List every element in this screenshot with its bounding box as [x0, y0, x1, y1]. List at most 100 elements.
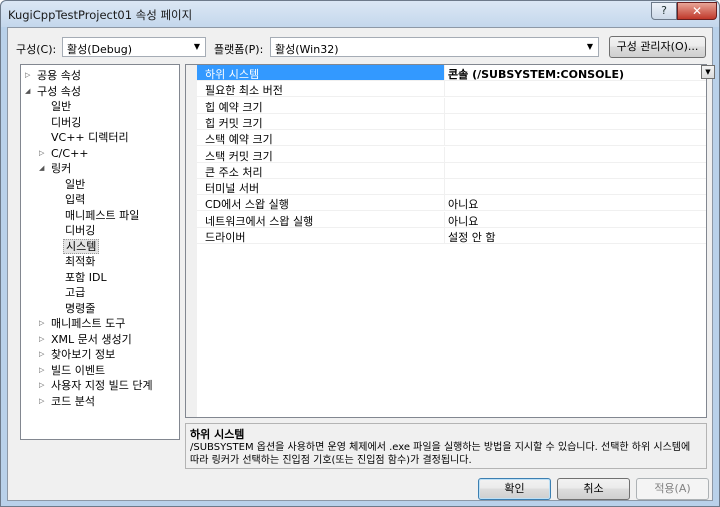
title-bar[interactable]: KugiCppTestProject01 속성 페이지 ? ✕ — [1, 1, 719, 27]
tree-item[interactable]: 일반 — [39, 99, 73, 114]
platform-value: 활성(Win32) — [275, 43, 339, 56]
tree-item-label: 디버깅 — [65, 224, 96, 237]
tree-item[interactable]: ◢ 링커 — [39, 161, 73, 176]
column-divider — [444, 195, 445, 212]
property-grid[interactable]: 하위 시스템 콘솔 (/SUBSYSTEM:CONSOLE) ▼ 필요한 최소 버전 힙… — [185, 64, 715, 418]
close-icon[interactable]: ✕ — [677, 2, 717, 20]
tree-item[interactable]: 포함 IDL — [53, 270, 109, 285]
expand-icon[interactable]: ▷ — [39, 316, 49, 331]
tree-item[interactable]: ◢ 구성 속성 — [25, 84, 83, 99]
platform-select[interactable]: 활성(Win32) ▼ — [270, 37, 599, 57]
property-name: 스택 예약 크기 — [205, 133, 273, 147]
expand-icon[interactable]: ▷ — [39, 146, 49, 161]
chevron-down-icon: ▼ — [586, 42, 594, 51]
tree-item[interactable]: 명령줄 — [53, 301, 97, 316]
tree-item[interactable]: ▷ C/C++ — [39, 146, 91, 161]
tree-item-label: 시스템 — [63, 238, 100, 254]
property-name: 힙 예약 크기 — [205, 100, 263, 114]
tree-item[interactable]: VC++ 디렉터리 — [39, 130, 131, 145]
expand-icon[interactable]: ▷ — [25, 68, 35, 83]
apply-button[interactable]: 적용(A) — [636, 478, 709, 500]
tree-item[interactable]: 고급 — [53, 285, 87, 300]
tree-item[interactable]: 시스템 — [53, 238, 100, 254]
column-divider — [444, 130, 445, 147]
column-divider — [444, 211, 445, 228]
property-name: 터미널 서버 — [205, 182, 260, 196]
config-manager-button[interactable]: 구성 관리자(O)... — [609, 36, 706, 58]
tree-item-label: 매니페스트 파일 — [65, 208, 140, 222]
column-divider — [444, 65, 445, 81]
property-row[interactable]: 네트워크에서 스왑 실행 아니요 — [197, 211, 706, 229]
property-row[interactable]: 스택 예약 크기 — [197, 130, 706, 147]
expand-icon[interactable]: ▷ — [39, 394, 49, 409]
tree-item[interactable]: 디버깅 — [39, 115, 83, 130]
expand-icon[interactable]: ▷ — [39, 347, 49, 362]
description-panel: 하위 시스템 /SUBSYSTEM 옵션을 사용하면 운영 체제에서 .exe … — [185, 423, 707, 469]
config-value: 활성(Debug) — [67, 43, 132, 56]
property-name: 스택 커밋 크기 — [205, 149, 273, 163]
tree-item-label: 입력 — [65, 193, 86, 206]
tree-item-label: 디버깅 — [51, 115, 82, 129]
ok-button[interactable]: 확인 — [478, 478, 551, 500]
property-name: 필요한 최소 버전 — [205, 84, 283, 98]
property-row[interactable]: 하위 시스템 콘솔 (/SUBSYSTEM:CONSOLE) ▼ — [197, 65, 715, 82]
collapse-icon[interactable]: ◢ — [39, 161, 49, 176]
tree-item-label: 일반 — [65, 177, 86, 191]
property-row[interactable]: CD에서 스왑 실행 아니요 — [197, 195, 706, 212]
tree-item[interactable]: 최적화 — [53, 254, 97, 269]
expand-icon[interactable]: ▷ — [39, 378, 49, 393]
tree-item-label: 구성 속성 — [37, 84, 81, 98]
property-row[interactable]: 힙 커밋 크기 — [197, 113, 706, 130]
tree-item[interactable]: ▷ 빌드 이벤트 — [39, 363, 107, 378]
cancel-button[interactable]: 취소 — [557, 478, 630, 500]
property-value[interactable]: 아니요 — [448, 196, 478, 212]
tree-item-label: 포함 IDL — [65, 270, 107, 284]
description-title: 하위 시스템 — [190, 428, 245, 441]
column-divider — [444, 179, 445, 196]
property-row[interactable]: 드라이버 설정 안 함 — [197, 228, 706, 244]
tree-item[interactable]: 일반 — [53, 177, 87, 192]
tree-item-label: 찾아보기 정보 — [51, 348, 116, 361]
property-value[interactable]: 아니요 — [448, 213, 478, 229]
help-icon[interactable]: ? — [651, 2, 677, 20]
property-row[interactable]: 힙 예약 크기 — [197, 97, 706, 114]
tree-item-label: 최적화 — [65, 255, 96, 268]
column-divider — [444, 228, 445, 244]
property-tree[interactable]: ▷ 공용 속성 ◢ 구성 속성 일반 디버깅 VC++ 디렉터리 ▷ C/C++ ◢ 링커 일반 입력 매… — [20, 64, 180, 440]
property-row[interactable]: 큰 주소 처리 — [197, 162, 706, 179]
property-value[interactable]: 콘솔 (/SUBSYSTEM:CONSOLE) — [448, 66, 624, 82]
dialog-body: 구성(C): 활성(Debug) ▼ 플랫폼(P): 활성(Win32) ▼ 구… — [7, 27, 715, 501]
property-row[interactable]: 터미널 서버 — [197, 179, 706, 196]
tree-item[interactable]: ▷ 매니페스트 도구 — [39, 316, 127, 331]
tree-item[interactable]: ▷ XML 문서 생성기 — [39, 332, 134, 347]
tree-item-label: 코드 분석 — [51, 394, 95, 408]
property-row[interactable]: 필요한 최소 버전 — [197, 81, 706, 98]
expand-icon[interactable]: ▷ — [39, 332, 49, 347]
dropdown-icon[interactable]: ▼ — [701, 65, 715, 79]
expand-icon[interactable]: ▷ — [39, 363, 49, 378]
platform-label: 플랫폼(P): — [214, 43, 264, 56]
collapse-icon[interactable]: ◢ — [25, 84, 35, 99]
config-select[interactable]: 활성(Debug) ▼ — [62, 37, 206, 57]
tree-item[interactable]: 디버깅 — [53, 223, 97, 238]
tree-item-label: VC++ 디렉터리 — [51, 131, 129, 144]
tree-item[interactable]: ▷ 공용 속성 — [25, 68, 83, 83]
tree-item[interactable]: ▷ 찾아보기 정보 — [39, 347, 117, 362]
chevron-down-icon: ▼ — [193, 42, 201, 51]
property-row[interactable]: 스택 커밋 크기 — [197, 146, 706, 163]
property-name: 네트워크에서 스왑 실행 — [205, 214, 314, 228]
column-divider — [444, 146, 445, 163]
tree-item[interactable]: 매니페스트 파일 — [53, 208, 141, 223]
properties-dialog: KugiCppTestProject01 속성 페이지 ? ✕ 구성(C): 활… — [0, 0, 720, 507]
tree-item-label: 공용 속성 — [37, 69, 81, 82]
column-divider — [444, 97, 445, 114]
property-value[interactable]: 설정 안 함 — [448, 229, 495, 245]
description-body: /SUBSYSTEM 옵션을 사용하면 운영 체제에서 .exe 파일을 실행하… — [190, 442, 691, 466]
tree-item-label: 빌드 이벤트 — [51, 363, 106, 377]
tree-item[interactable]: 입력 — [53, 192, 87, 207]
tree-item-label: 매니페스트 도구 — [51, 317, 126, 330]
column-divider — [444, 113, 445, 130]
tree-item[interactable]: ▷ 코드 분석 — [39, 394, 97, 409]
tree-item-label: 고급 — [65, 286, 86, 299]
tree-item[interactable]: ▷ 사용자 지정 빌드 단계 — [39, 378, 155, 393]
